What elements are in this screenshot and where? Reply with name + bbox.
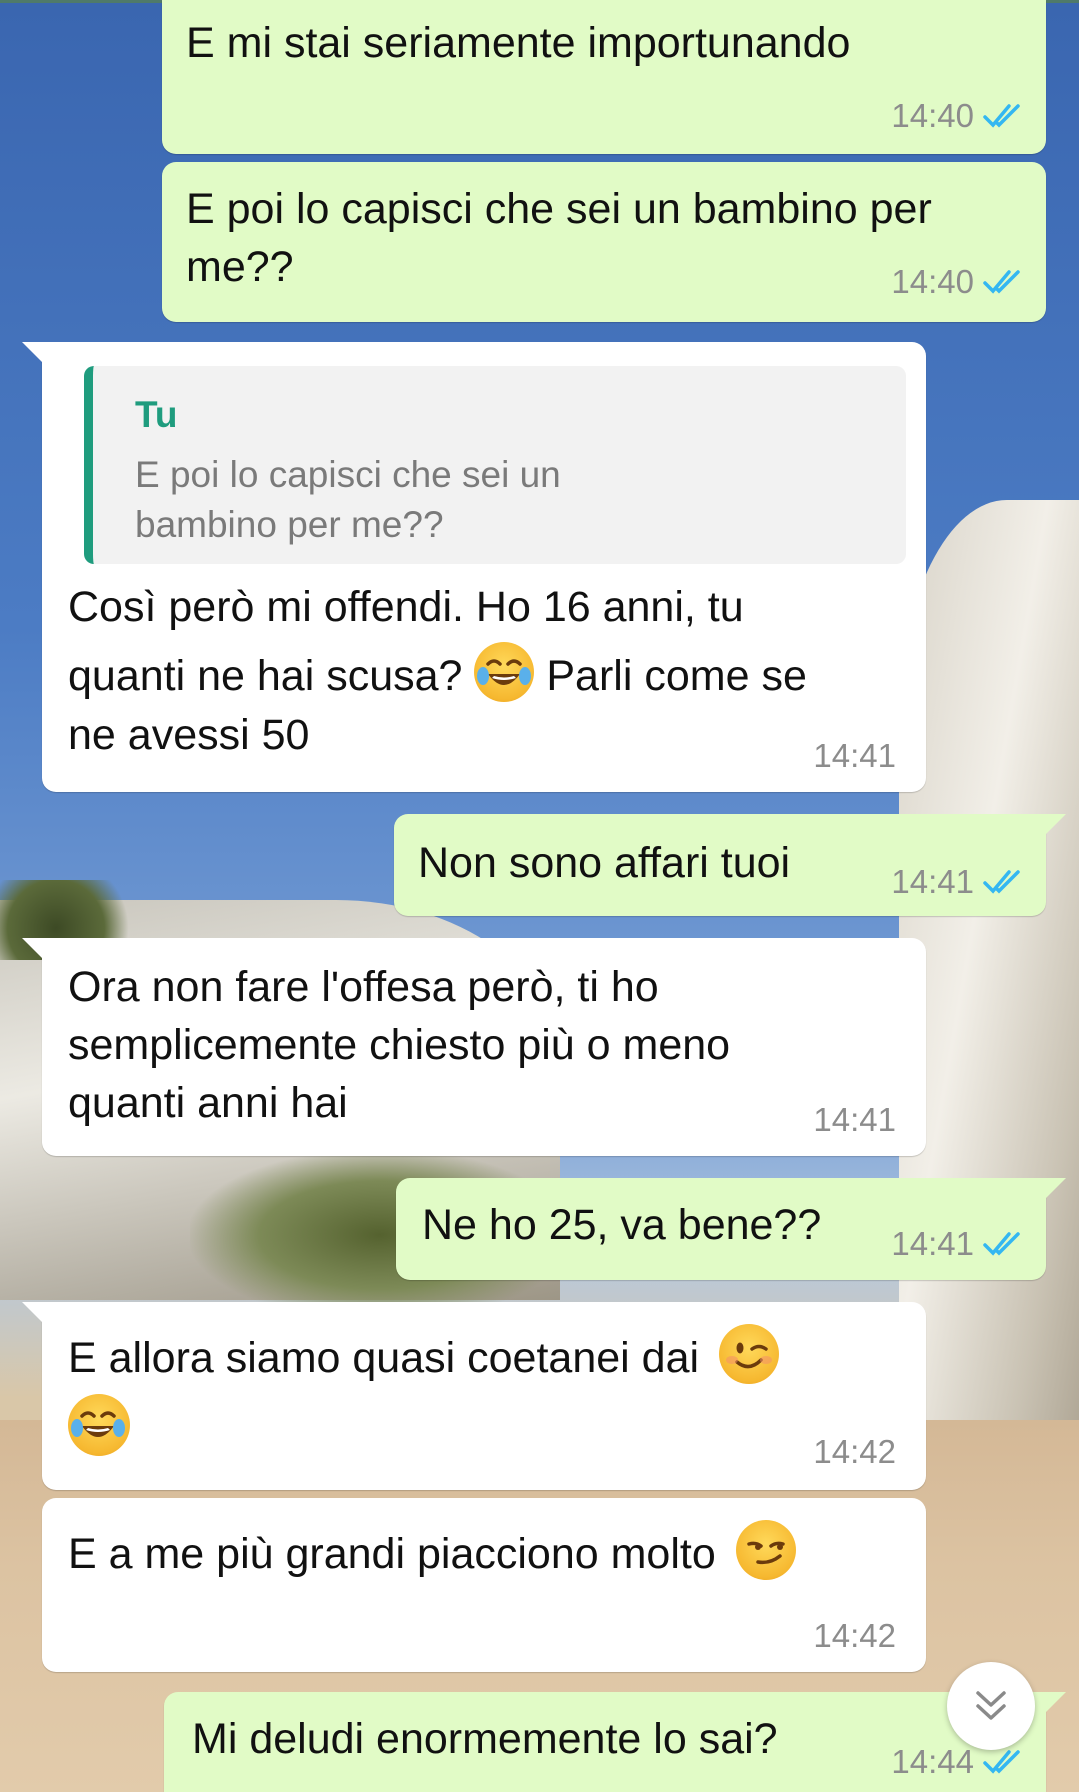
face-with-tears-of-joy-icon — [474, 642, 535, 702]
message-bubble-outgoing[interactable]: E poi lo capisci che sei un bambino per … — [162, 162, 1046, 322]
message-bubble-incoming[interactable]: Tu E poi lo capisci che sei un bambino p… — [22, 342, 926, 792]
message-time: 14:41 — [891, 863, 974, 900]
quoted-message[interactable]: Tu E poi lo capisci che sei un bambino p… — [84, 366, 906, 564]
message-text: Ne ho 25, va bene?? — [422, 1201, 822, 1249]
message-text-line: ne avessi 50 — [68, 711, 310, 759]
message-time: 14:40 — [891, 263, 974, 300]
quoted-author: Tu — [135, 394, 178, 435]
message-text: E a me più grandi piacciono molto — [68, 1530, 716, 1578]
message-text: Mi deludi enormemente lo sai? — [192, 1715, 778, 1763]
double-chevron-down-icon — [976, 1691, 1006, 1720]
read-ticks-icon — [983, 270, 1020, 294]
read-ticks-icon — [983, 870, 1020, 894]
message-meta: 14:42 — [813, 1616, 896, 1656]
quoted-text-line: bambino per me?? — [135, 504, 444, 545]
message-text-line — [68, 1394, 130, 1459]
read-ticks-icon — [983, 1750, 1020, 1774]
quoted-text-line: E poi lo capisci che sei un — [135, 454, 561, 495]
message-bubble-outgoing[interactable]: E mi stai seriamente importunando 14:40 — [162, 0, 1046, 154]
smirking-face-icon — [735, 1520, 796, 1580]
message-meta: 14:41 — [813, 736, 896, 776]
message-text-line: me?? — [186, 243, 294, 291]
quoted-text: E poi lo capisci che sei un bambino per … — [135, 450, 735, 550]
message-time: 14:40 — [891, 97, 974, 134]
message-text-line: E a me più grandi piacciono molto — [68, 1520, 796, 1583]
message-text-line: quanti anni hai — [68, 1079, 348, 1127]
read-ticks-icon — [983, 104, 1020, 128]
message-bubble-incoming[interactable]: E a me più grandi piacciono molto 14:42 — [42, 1498, 926, 1672]
message-time: 14:42 — [813, 1617, 896, 1654]
message-text: Non sono affari tuoi — [418, 839, 791, 887]
message-text-line: Così però mi offendi. Ho 16 anni, tu — [68, 583, 744, 631]
message-time: 14:41 — [891, 1225, 974, 1262]
message-meta: 14:40 — [891, 96, 1024, 136]
message-bubble-incoming[interactable]: Ora non fare l'offesa però, ti ho sempli… — [22, 938, 926, 1156]
message-text-fragment: E allora siamo quasi coetanei dai — [68, 1334, 700, 1382]
scroll-to-bottom-button[interactable] — [947, 1662, 1035, 1750]
message-bubble-outgoing[interactable]: Non sono affari tuoi 14:41 — [394, 814, 1066, 916]
message-meta: 14:41 — [813, 1100, 896, 1140]
message-meta: 14:42 — [813, 1432, 896, 1472]
read-ticks-icon — [983, 1232, 1020, 1256]
message-text: E mi stai seriamente importunando — [186, 19, 851, 67]
message-bubble-incoming[interactable]: E allora siamo quasi coetanei dai 14:42 — [22, 1302, 926, 1490]
message-time: 14:44 — [891, 1743, 974, 1780]
face-with-tears-of-joy-icon — [68, 1394, 130, 1456]
message-time: 14:42 — [813, 1433, 896, 1470]
message-time: 14:41 — [813, 1101, 896, 1138]
message-meta: 14:41 — [891, 862, 1024, 902]
message-text-line: E allora siamo quasi coetanei dai — [68, 1324, 779, 1387]
message-meta: 14:40 — [891, 262, 1024, 302]
message-text-line: E poi lo capisci che sei un bambino per — [186, 185, 932, 233]
message-meta: 14:41 — [891, 1224, 1024, 1264]
message-bubble-outgoing[interactable]: Ne ho 25, va bene?? 14:41 — [396, 1178, 1066, 1280]
message-bubble-outgoing[interactable]: Mi deludi enormemente lo sai? 14:44 — [164, 1692, 1066, 1792]
message-text-line: semplicemente chiesto più o meno — [68, 1021, 731, 1069]
message-text-fragment: quanti ne hai scusa? — [68, 652, 463, 700]
message-time: 14:41 — [813, 737, 896, 774]
message-text-fragment: Parli come se — [546, 652, 807, 700]
message-text-line: quanti ne hai scusa? Parli come se — [68, 642, 807, 705]
winking-face-icon — [719, 1324, 779, 1384]
message-text-line: Ora non fare l'offesa però, ti ho — [68, 963, 659, 1011]
